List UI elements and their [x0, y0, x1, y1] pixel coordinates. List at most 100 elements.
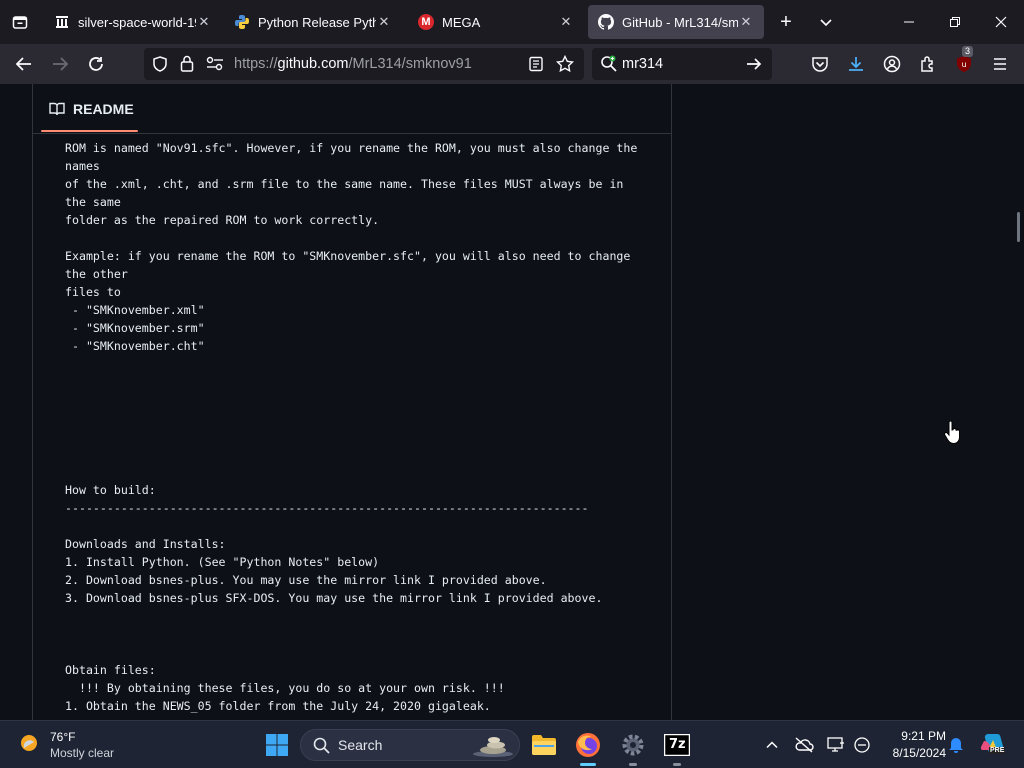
weather-condition: Mostly clear [50, 746, 115, 760]
pocket-icon [812, 57, 828, 72]
close-tab-icon[interactable]: ✕ [558, 14, 574, 30]
tab-archive[interactable]: silver-space-world-199 ✕ [44, 5, 222, 39]
back-arrow-icon [15, 57, 31, 71]
tab-title: MEGA [442, 14, 481, 30]
readme-text: ROM is named "Nov91.sfc". However, if yo… [65, 141, 638, 713]
extensions-badge: 3 [962, 46, 974, 57]
chevron-down-icon [820, 19, 832, 27]
readme-panel: README ROM is named "Nov91.sfc". However… [32, 84, 672, 720]
gear-icon [622, 734, 644, 756]
book-icon [49, 101, 65, 122]
python-icon [234, 14, 250, 30]
back-button[interactable] [12, 52, 36, 76]
navigation-toolbar: https://github.com/MrL314/smknov91 mr314… [0, 44, 1024, 84]
reader-view-icon[interactable] [528, 56, 544, 77]
lock-icon[interactable] [180, 55, 194, 77]
taskbar: 76°F Mostly clear Search 7z 9:21 PM 8/15… [0, 720, 1024, 768]
taskbar-search[interactable]: Search [300, 729, 520, 761]
restore-button[interactable] [932, 0, 978, 44]
windows-logo-icon [266, 734, 288, 756]
tab-strip: silver-space-world-199 ✕ Python Release … [0, 0, 1024, 44]
settings-running-indicator [629, 763, 637, 766]
page-scrollbar-thumb[interactable] [1017, 212, 1020, 242]
sevenzip-running-indicator [673, 763, 681, 766]
weather-widget[interactable]: 76°F Mostly clear [14, 727, 154, 763]
search-bar[interactable]: mr314 [592, 48, 772, 80]
ublock-button[interactable]: u 3 [952, 46, 976, 76]
list-all-tabs-button[interactable] [814, 10, 838, 34]
svg-text:u: u [961, 60, 966, 69]
permissions-icon[interactable] [206, 56, 224, 77]
archive-icon [54, 14, 70, 30]
close-tab-icon[interactable]: ✕ [738, 14, 754, 30]
tab-title: Python Release Python [258, 14, 376, 30]
tracking-protection-icon[interactable] [152, 56, 168, 77]
display-tray-button[interactable] [826, 735, 846, 755]
minimize-icon [904, 21, 914, 23]
page-content: README ROM is named "Nov91.sfc". However… [0, 84, 1024, 720]
firefox-active-indicator [580, 763, 596, 766]
forward-arrow-icon [53, 57, 69, 71]
firefox-view-button[interactable] [0, 0, 40, 44]
firefox-icon [576, 733, 600, 757]
monitor-icon [827, 737, 844, 752]
copilot-button[interactable]: PRE [980, 732, 1006, 758]
github-icon [598, 14, 614, 30]
app-menu-button[interactable] [988, 52, 1012, 76]
search-engine-icon[interactable] [600, 55, 618, 78]
folder-icon [532, 735, 556, 755]
account-icon [883, 55, 901, 73]
hand-pointer-cursor [944, 421, 960, 445]
url-text[interactable]: https://github.com/MrL314/smknov91 [234, 56, 472, 72]
close-tab-icon[interactable]: ✕ [376, 14, 392, 30]
readme-header: README [33, 84, 671, 134]
copilot-icon [980, 734, 1005, 754]
firefox-view-icon [12, 16, 28, 29]
bookmark-star-icon[interactable] [555, 54, 575, 78]
reload-button[interactable] [84, 52, 108, 76]
sevenzip-label: 7z [669, 737, 686, 752]
notifications-button[interactable] [946, 735, 966, 755]
new-tab-button[interactable]: + [774, 10, 798, 34]
network-icon [854, 737, 870, 753]
readme-tab-underline [41, 130, 138, 132]
network-volume-tray-button[interactable] [852, 735, 872, 755]
extensions-button[interactable] [916, 52, 940, 76]
sevenzip-taskbar-button[interactable]: 7z [661, 729, 693, 761]
start-button[interactable] [261, 729, 293, 761]
onedrive-tray-button[interactable] [794, 735, 814, 755]
close-icon [995, 16, 1007, 28]
weather-temperature: 76°F [50, 730, 76, 744]
tab-python[interactable]: Python Release Python ✕ [224, 5, 402, 39]
show-hidden-icons-button[interactable] [762, 735, 782, 755]
url-host: github.com [277, 56, 349, 72]
minimize-button[interactable] [886, 0, 932, 44]
search-go-icon[interactable] [746, 56, 762, 77]
settings-taskbar-button[interactable] [617, 729, 649, 761]
search-icon [313, 737, 330, 759]
account-button[interactable] [880, 52, 904, 76]
close-tab-icon[interactable]: ✕ [196, 14, 212, 30]
tab-mega[interactable]: M MEGA ✕ [408, 5, 584, 39]
downloads-button[interactable] [844, 52, 868, 76]
restore-icon [950, 17, 960, 27]
ublock-icon: u [957, 56, 971, 72]
search-query[interactable]: mr314 [622, 56, 663, 72]
readme-tab-label[interactable]: README [73, 101, 134, 117]
tab-github[interactable]: GitHub - MrL314/smkn ✕ [588, 5, 764, 39]
clock-time: 9:21 PM [901, 729, 946, 743]
cloud-offline-icon [795, 737, 814, 753]
reload-icon [89, 57, 103, 71]
close-window-button[interactable] [978, 0, 1024, 44]
url-path: /MrL314/smknov91 [348, 56, 472, 72]
bell-icon [949, 738, 963, 753]
clock[interactable]: 9:21 PM 8/15/2024 [876, 728, 946, 762]
url-scheme: https:// [234, 56, 278, 72]
pocket-button[interactable] [808, 52, 832, 76]
hamburger-menu-icon [994, 58, 1006, 70]
forward-button[interactable] [48, 52, 72, 76]
firefox-taskbar-button[interactable] [572, 729, 604, 761]
url-bar[interactable]: https://github.com/MrL314/smknov91 [144, 48, 584, 80]
file-explorer-button[interactable] [528, 729, 560, 761]
search-placeholder: Search [338, 737, 383, 753]
